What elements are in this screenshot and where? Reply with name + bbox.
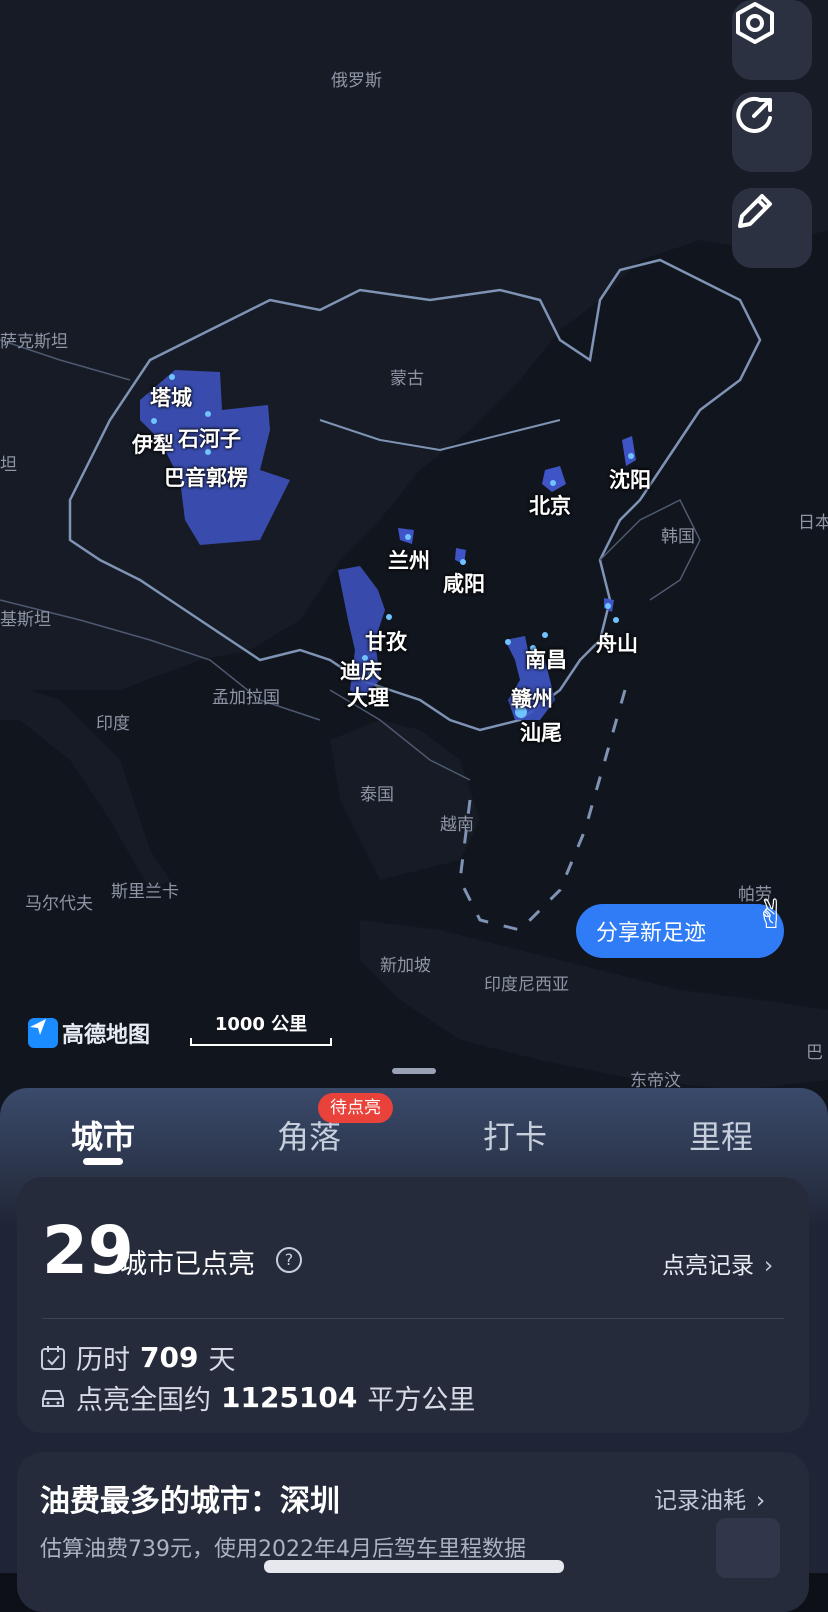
country-label: 韩国 (661, 527, 695, 547)
light-record-link[interactable]: 点亮记录 › (662, 1246, 773, 1280)
fuel-record-link[interactable]: 记录油耗 › (654, 1481, 765, 1515)
share-new-footprint-button[interactable]: 分享新足迹 ✌ (576, 892, 788, 958)
country-label: 孟加拉国 (212, 688, 280, 708)
city-label[interactable]: 汕尾 (520, 717, 562, 747)
scale-label: 1000 公里 (214, 1014, 308, 1035)
city-label[interactable]: 沈阳 (609, 464, 651, 494)
city-label[interactable]: 南昌 (525, 644, 567, 674)
city-label[interactable]: 舟山 (596, 628, 638, 658)
country-label: 巴 (806, 1043, 823, 1063)
duration-prefix: 历时 (76, 1345, 130, 1376)
country-label: 斯里兰卡 (111, 882, 179, 902)
settings-button[interactable] (732, 0, 812, 80)
country-label: 印度尼西亚 (484, 975, 569, 995)
fuel-pump-icon (716, 1518, 780, 1578)
city-label[interactable]: 石河子 (178, 423, 241, 453)
calendar-check-icon (41, 1345, 65, 1370)
chevron-right-icon: › (764, 1253, 774, 1279)
area-stat: 点亮全国约 1125104 平方公里 (40, 1378, 475, 1417)
map-scale: 1000 公里 (190, 1010, 332, 1046)
share-arrow-icon (736, 96, 772, 133)
tab-checkin[interactable]: 打卡 (445, 1112, 585, 1158)
lit-city-label: 城市已点亮 (120, 1249, 255, 1280)
amap-logo-icon (28, 1018, 58, 1048)
city-label[interactable]: 兰州 (388, 545, 430, 575)
victory-hand-icon: ✌ (754, 892, 788, 938)
share-button[interactable] (732, 92, 812, 172)
city-label[interactable]: 大理 (347, 682, 389, 712)
area-unit: 平方公里 (367, 1385, 476, 1416)
to-light-badge: 待点亮 (318, 1093, 393, 1123)
country-label: 萨克斯坦 (0, 332, 68, 352)
city-label[interactable]: 伊犁 (132, 429, 174, 459)
city-label[interactable]: 北京 (529, 490, 571, 520)
amap-logo-text: 高德地图 (62, 1023, 151, 1048)
country-label: 日本 (798, 513, 828, 533)
country-label: 蒙古 (390, 369, 424, 389)
country-label: 印度 (96, 714, 130, 734)
amap-logo: 高德地图 (28, 1017, 150, 1049)
chevron-right-icon: › (756, 1488, 766, 1514)
country-label: 马尔代夫 (25, 894, 93, 914)
edit-button[interactable] (732, 188, 812, 268)
tab-city[interactable]: 城市 (33, 1112, 173, 1158)
city-label[interactable]: 塔城 (150, 382, 192, 412)
settings-hexagon-icon (736, 2, 774, 44)
country-label: 俄罗斯 (331, 71, 382, 91)
duration-value: 709 (140, 1341, 199, 1374)
active-tab-indicator (83, 1158, 123, 1165)
car-icon (42, 1389, 64, 1407)
country-label: 基斯坦 (0, 610, 51, 630)
scale-bar (190, 1038, 332, 1046)
area-value: 1125104 (221, 1381, 358, 1414)
sheet-drag-handle[interactable] (392, 1068, 436, 1074)
city-label[interactable]: 巴音郭楞 (164, 462, 248, 492)
city-label[interactable]: 迪庆 (340, 655, 382, 685)
fuel-title: 油费最多的城市：深圳 (40, 1484, 340, 1519)
fuel-subtitle: 估算油费739元，使用2022年4月后驾车里程数据 (40, 1537, 526, 1562)
city-label[interactable]: 甘孜 (365, 626, 407, 656)
city-label[interactable]: 咸阳 (443, 568, 485, 598)
card-divider (42, 1318, 784, 1319)
duration-unit: 天 (208, 1345, 236, 1376)
country-label: 新加坡 (380, 956, 431, 976)
home-indicator[interactable] (264, 1560, 564, 1573)
map-view[interactable]: 俄罗斯 蒙古 萨克斯坦 坦 基斯坦 韩国 日本 印度 孟加拉国 泰国 越南 马尔… (0, 0, 828, 1110)
pencil-icon (738, 194, 772, 228)
duration-stat: 历时 709 天 (40, 1338, 235, 1377)
share-new-footprint-label: 分享新足迹 (596, 921, 707, 946)
country-label: 泰国 (360, 785, 394, 805)
country-label: 越南 (440, 815, 474, 835)
area-prefix: 点亮全国约 (76, 1385, 211, 1416)
city-label[interactable]: 赣州 (511, 683, 553, 713)
fuel-record-label: 记录油耗 (654, 1488, 746, 1514)
light-record-label: 点亮记录 (662, 1253, 754, 1279)
tab-mileage[interactable]: 里程 (651, 1112, 791, 1158)
country-label: 坦 (0, 455, 17, 475)
help-icon[interactable]: ? (276, 1247, 302, 1273)
